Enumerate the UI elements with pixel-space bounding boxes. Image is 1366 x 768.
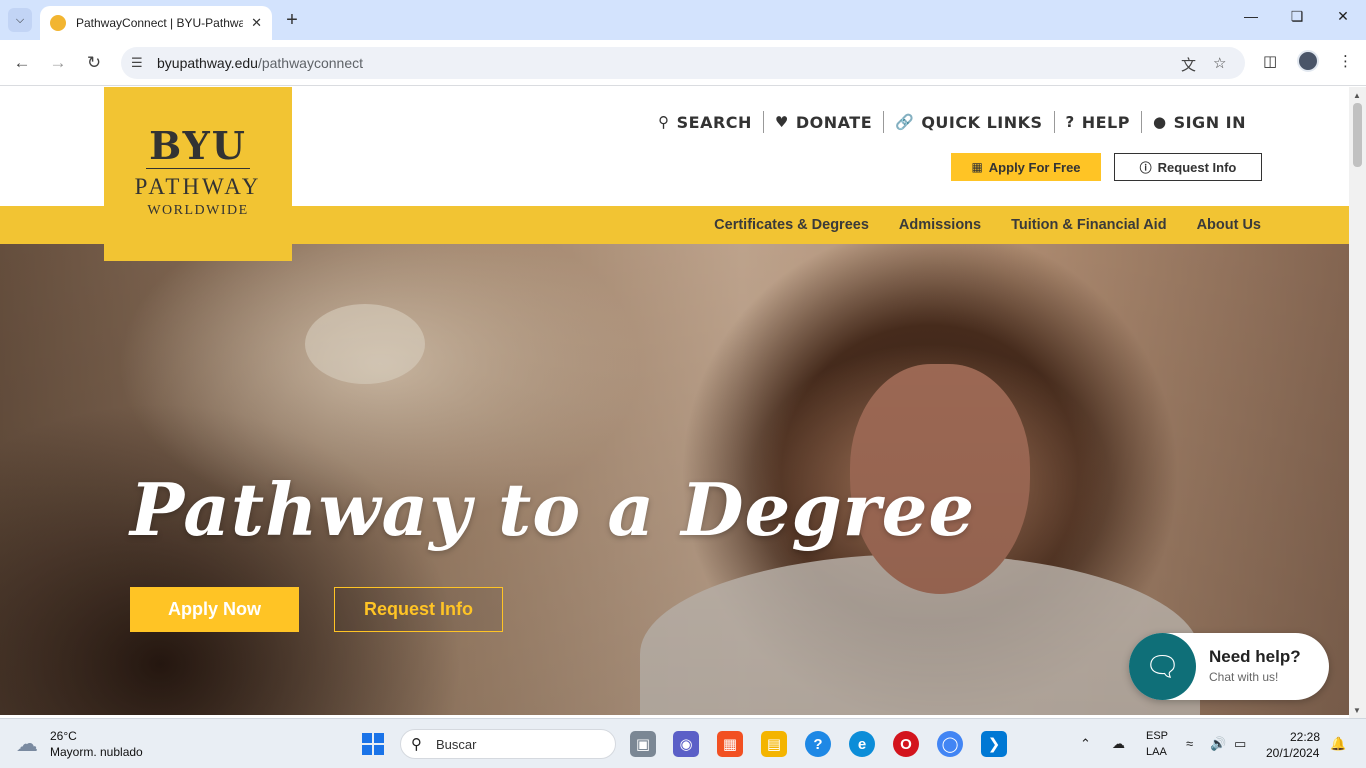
vscode-icon[interactable]: ❯	[981, 731, 1007, 757]
task-view-icon[interactable]: ▣	[630, 731, 656, 757]
browser-toolbar: ← → ↻ ☰ byupathway.edu/pathwayconnect 文 …	[0, 40, 1366, 86]
util-donate-link[interactable]: ♥ DONATE	[762, 111, 883, 133]
user-icon: ●	[1152, 113, 1167, 131]
search-icon: ⚲	[658, 113, 670, 131]
hero-title: Pathway to a Degree	[130, 467, 976, 552]
heart-icon: ♥	[774, 113, 789, 131]
logo-worldwide-text: WORLDWIDE	[147, 203, 249, 218]
start-button[interactable]	[362, 733, 384, 755]
clock-time[interactable]: 22:28	[1290, 730, 1320, 744]
site-info-icon[interactable]: ☰	[131, 55, 143, 71]
byu-pathway-logo[interactable]: BYU PATHWAY WORLDWIDE	[104, 87, 292, 261]
language-indicator[interactable]: ESP	[1146, 730, 1168, 742]
util-help-link[interactable]: ? HELP	[1053, 111, 1141, 133]
teams-icon[interactable]: ◉	[673, 731, 699, 757]
close-icon[interactable]: ✕	[251, 15, 262, 31]
windows-taskbar: ☁ 26°C Mayorm. nublado ⚲ Buscar ▣ ◉ ▦ ▤ …	[0, 718, 1366, 768]
logo-divider	[146, 168, 250, 169]
reload-button[interactable]: ↻	[82, 52, 106, 74]
weather-cloud-icon[interactable]: ☁	[16, 731, 38, 757]
apply-for-free-button[interactable]: ▦ Apply For Free	[951, 153, 1101, 181]
scroll-thumb[interactable]	[1353, 103, 1362, 167]
tray-overflow-chevron-icon[interactable]: ⌃	[1080, 736, 1091, 752]
question-icon: ?	[1065, 113, 1075, 131]
menu-kebab-icon[interactable]: ⋮	[1338, 52, 1353, 70]
scroll-down-arrow-icon[interactable]: ▼	[1353, 706, 1361, 715]
wifi-icon[interactable]: ≈	[1186, 736, 1193, 751]
util-sign-in-link[interactable]: ● SIGN IN	[1140, 111, 1257, 133]
notification-bell-icon[interactable]: 🔔	[1330, 736, 1346, 752]
favicon-icon	[50, 15, 66, 31]
clock-date[interactable]: 20/1/2024	[1266, 746, 1319, 760]
restore-button[interactable]: ❏	[1282, 8, 1312, 25]
nav-admissions[interactable]: Admissions	[899, 217, 981, 233]
util-quick-links-link[interactable]: 🔗 QUICK LINKS	[883, 111, 1053, 133]
tab-search-button[interactable]: ⌵	[8, 8, 32, 32]
weather-temperature[interactable]: 26°C	[50, 729, 77, 743]
browser-tab[interactable]: PathwayConnect | BYU-Pathway ✕	[40, 6, 272, 40]
profile-avatar[interactable]	[1297, 50, 1319, 72]
edge-icon[interactable]: e	[849, 731, 875, 757]
file-explorer-icon[interactable]: ▤	[761, 731, 787, 757]
nav-tuition-financial-aid[interactable]: Tuition & Financial Aid	[1011, 217, 1166, 233]
forward-button[interactable]: →	[46, 52, 70, 74]
minimize-button[interactable]: —	[1236, 8, 1266, 24]
chat-title: Need help?	[1209, 647, 1301, 666]
scroll-up-arrow-icon[interactable]: ▲	[1353, 91, 1361, 100]
weather-description[interactable]: Mayorm. nublado	[50, 745, 143, 759]
address-bar[interactable]: ☰ byupathway.edu/pathwayconnect 文 ☆	[121, 47, 1245, 79]
page-scrollbar[interactable]: ▲ ▼	[1349, 87, 1366, 718]
search-icon: ⚲	[411, 736, 422, 753]
logo-pathway-text: PATHWAY	[134, 174, 262, 199]
form-icon: ▦	[971, 160, 983, 174]
translate-icon[interactable]: 文	[1181, 54, 1196, 75]
chat-subtitle: Chat with us!	[1209, 670, 1279, 684]
link-icon: 🔗	[895, 113, 915, 131]
onedrive-icon[interactable]: ☁	[1112, 736, 1125, 752]
info-icon: ⓘ	[1139, 160, 1152, 175]
taskbar-search[interactable]: ⚲ Buscar	[400, 729, 616, 759]
store-icon[interactable]: ▦	[717, 731, 743, 757]
chat-widget[interactable]: 🗨 Need help? Chat with us!	[1129, 633, 1329, 700]
opera-icon[interactable]: O	[893, 731, 919, 757]
tab-title: PathwayConnect | BYU-Pathway	[76, 16, 244, 30]
chevron-down-icon: ⌵	[15, 13, 25, 26]
utility-nav: ⚲ SEARCH ♥ DONATE 🔗 QUICK LINKS ? HELP ● SIGN…	[647, 111, 1257, 133]
back-button[interactable]: ←	[10, 52, 34, 74]
chrome-icon[interactable]: ◯	[937, 731, 963, 757]
window-close-button[interactable]: ✕	[1328, 8, 1358, 25]
apply-now-button[interactable]: Apply Now	[130, 587, 299, 632]
nav-about-us[interactable]: About Us	[1197, 217, 1261, 233]
browser-tab-bar: ⌵ PathwayConnect | BYU-Pathway ✕ + — ❏ ✕	[0, 0, 1366, 40]
hero-request-info-button[interactable]: Request Info	[334, 587, 503, 632]
nav-certificates-degrees[interactable]: Certificates & Degrees	[714, 217, 869, 233]
new-tab-button[interactable]: +	[282, 8, 302, 32]
url-text[interactable]: byupathway.edu/pathwayconnect	[157, 55, 363, 71]
keyboard-layout-indicator[interactable]: LAA	[1146, 746, 1167, 758]
volume-icon[interactable]: 🔊	[1210, 736, 1226, 752]
request-info-button[interactable]: ⓘ Request Info	[1114, 153, 1262, 181]
help-icon[interactable]: ?	[805, 731, 831, 757]
page-viewport: BYU PATHWAY WORLDWIDE ⚲ SEARCH ♥ DONATE 🔗 Q…	[0, 87, 1349, 715]
util-search-link[interactable]: ⚲ SEARCH	[647, 111, 763, 133]
chat-bubble-icon: 🗨	[1129, 633, 1196, 700]
taskbar-search-placeholder: Buscar	[436, 737, 477, 752]
battery-icon[interactable]: ▭	[1234, 736, 1246, 752]
bookmark-star-icon[interactable]: ☆	[1213, 54, 1226, 72]
side-panel-icon[interactable]: ◫	[1263, 52, 1277, 70]
logo-byu-text: BYU	[149, 123, 247, 168]
